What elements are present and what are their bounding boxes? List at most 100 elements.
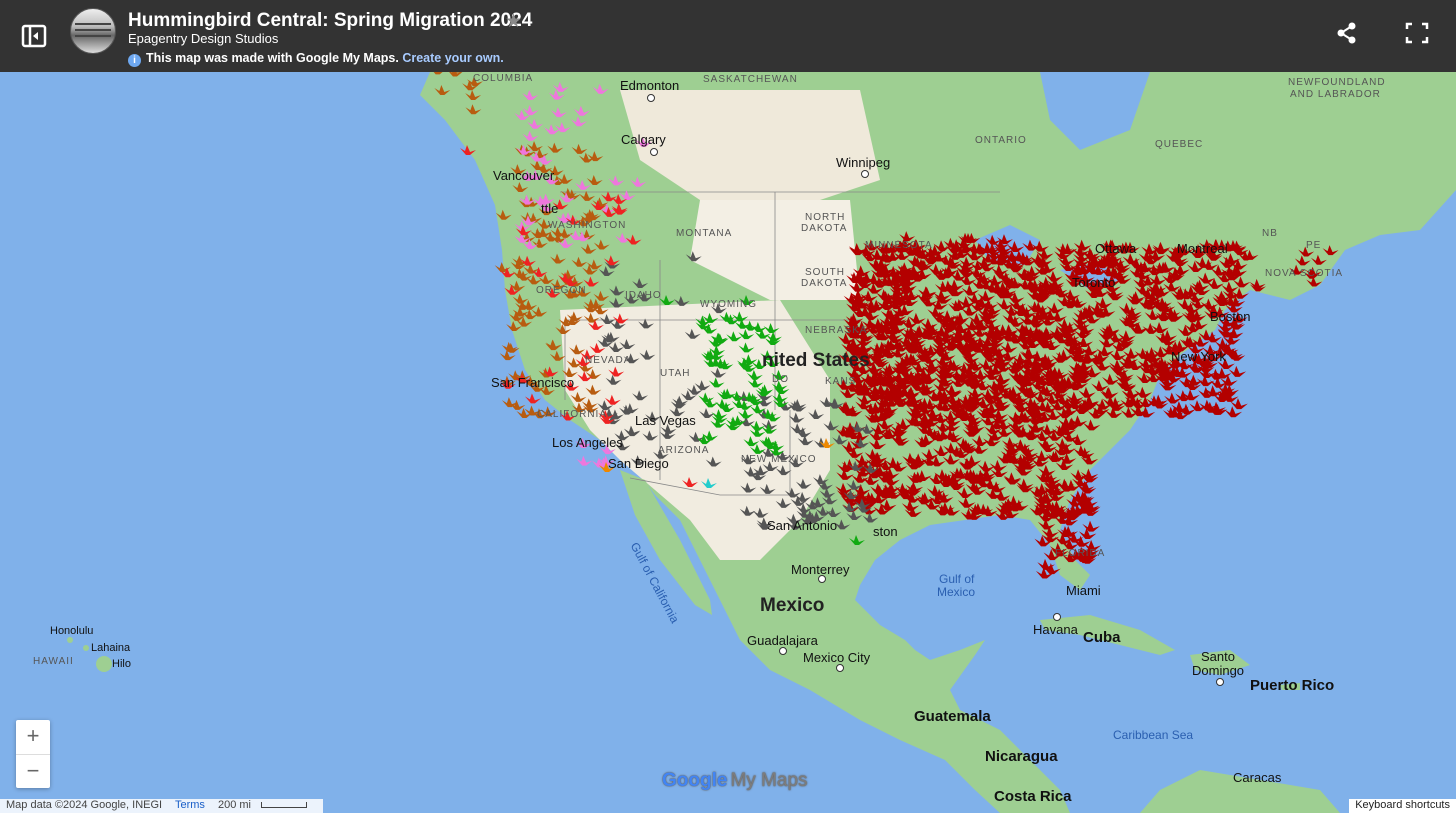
- sighting-marker: [1310, 254, 1327, 265]
- label-kansas: KANS: [825, 376, 857, 387]
- sighting-marker: [698, 392, 715, 403]
- toggle-panel-button[interactable]: [20, 22, 50, 50]
- label-nevada: NEVADA: [585, 355, 632, 366]
- side-panel-icon: [21, 24, 47, 48]
- label-florida: FLORIDA: [1055, 548, 1106, 559]
- label-ontario: ONTARIO: [975, 135, 1027, 146]
- label-nova-scotia: NOVA SCOTIA: [1265, 268, 1344, 279]
- sighting-marker: [599, 313, 616, 324]
- sighting-marker: [547, 142, 564, 153]
- sighting-marker: [926, 484, 945, 496]
- sighting-marker: [522, 105, 539, 116]
- city-dot: [779, 647, 787, 655]
- sighting-marker: [632, 390, 649, 401]
- sighting-marker: [682, 477, 698, 487]
- sighting-marker: [449, 72, 463, 77]
- my-maps-notice: i This map was made with Google My Maps. …: [128, 51, 504, 67]
- sighting-marker: [605, 374, 622, 385]
- sighting-marker: [732, 311, 749, 322]
- label-nebraska: NEBRASKA: [805, 325, 868, 336]
- sighting-marker: [573, 105, 590, 116]
- label-calgary: Calgary: [621, 132, 666, 147]
- label-miami: Miami: [1066, 583, 1101, 598]
- sighting-marker: [705, 456, 722, 467]
- sighting-marker: [749, 420, 766, 431]
- map-canvas[interactable]: COLUMBIA Edmonton SASKATCHEWAN NEWFOUNDL…: [0, 72, 1456, 813]
- zoom-in-button[interactable]: +: [16, 720, 50, 755]
- notice-text: This map was made with Google My Maps.: [146, 51, 399, 65]
- label-gulf-of-mexico: Gulf of: [939, 572, 975, 586]
- scale-label[interactable]: 200 mi: [218, 799, 251, 811]
- logo-mymaps: My Maps: [730, 770, 808, 791]
- label-north-dakota-2: DAKOTA: [801, 223, 848, 234]
- label-seattle: ttle: [541, 201, 559, 216]
- attribution-bar: Map data ©2024 Google, INEGI Terms 200 m…: [0, 799, 323, 813]
- label-winnipeg: Winnipeg: [836, 155, 891, 170]
- create-your-own-link[interactable]: Create your own.: [402, 51, 503, 65]
- sighting-marker: [1078, 386, 1096, 398]
- keyboard-shortcuts-button[interactable]: Keyboard shortcuts: [1349, 799, 1456, 813]
- sighting-marker: [642, 430, 659, 441]
- label-south-dakota: SOUTH: [805, 267, 845, 278]
- scale-bar: [261, 802, 307, 808]
- sighting-marker: [619, 190, 636, 201]
- sighting-marker: [825, 507, 842, 518]
- terms-link[interactable]: Terms: [175, 799, 205, 811]
- google-my-maps-logo: Google My Maps: [662, 770, 808, 792]
- sighting-marker: [603, 255, 620, 266]
- map-thumbnail: [70, 8, 116, 54]
- sighting-marker: [549, 253, 566, 264]
- label-cuba: Cuba: [1083, 629, 1121, 646]
- sighting-marker: [583, 312, 600, 323]
- label-san-diego: San Diego: [608, 456, 669, 471]
- label-pe: PE: [1306, 240, 1322, 251]
- sighting-marker: [1182, 336, 1200, 348]
- label-las-vegas: Las Vegas: [635, 413, 696, 428]
- sighting-marker: [638, 318, 655, 329]
- sighting-marker: [585, 384, 602, 395]
- sighting-marker: [434, 85, 451, 96]
- fullscreen-icon: [1405, 22, 1429, 44]
- sighting-marker: [619, 339, 636, 350]
- sighting-marker: [570, 116, 587, 127]
- label-ottawa: Ottawa: [1095, 241, 1137, 256]
- star-icon[interactable]: ★: [505, 10, 522, 33]
- label-oregon: OREGON: [536, 285, 587, 296]
- fullscreen-button[interactable]: [1403, 20, 1431, 46]
- sighting-marker: [726, 331, 743, 342]
- sighting-marker: [527, 118, 544, 129]
- zoom-out-button[interactable]: −: [16, 755, 50, 789]
- sighting-marker: [512, 293, 529, 304]
- sighting-marker: [608, 366, 625, 377]
- sighting-marker: [852, 265, 871, 277]
- label-colorado: DO: [772, 374, 789, 385]
- sighting-marker: [612, 313, 629, 324]
- sighting-marker: [586, 175, 603, 186]
- sighting-marker: [694, 380, 711, 391]
- sighting-marker: [630, 176, 647, 187]
- sighting-marker: [522, 130, 539, 141]
- map-author: Epagentry Design Studios: [128, 31, 279, 46]
- sighting-marker: [575, 179, 592, 190]
- share-button[interactable]: [1334, 20, 1360, 46]
- label-santo-domingo-2: Domingo: [1192, 663, 1245, 678]
- sighting-marker: [795, 478, 812, 489]
- sighting-marker: [849, 535, 865, 545]
- map-header: Hummingbird Central: Spring Migration 20…: [0, 0, 1456, 72]
- sighting-marker: [808, 409, 825, 420]
- sighting-marker: [685, 251, 702, 262]
- sighting-marker: [639, 349, 656, 360]
- sighting-marker: [571, 143, 588, 154]
- label-new-mexico: NEW MEXICO: [741, 454, 817, 465]
- label-newfoundland: NEWFOUNDLAND: [1288, 77, 1386, 88]
- label-washington: WASHINGTON: [548, 220, 627, 231]
- sighting-marker: [544, 124, 561, 135]
- label-toronto: Toronto: [1072, 275, 1116, 290]
- sighting-marker: [552, 81, 569, 92]
- label-havana: Havana: [1033, 622, 1078, 637]
- city-dot: [836, 664, 844, 672]
- map-title: Hummingbird Central: Spring Migration 20…: [128, 10, 533, 31]
- label-caribbean-sea: Caribbean Sea: [1113, 728, 1194, 742]
- sighting-marker: [608, 175, 625, 186]
- sighting-marker: [684, 328, 701, 339]
